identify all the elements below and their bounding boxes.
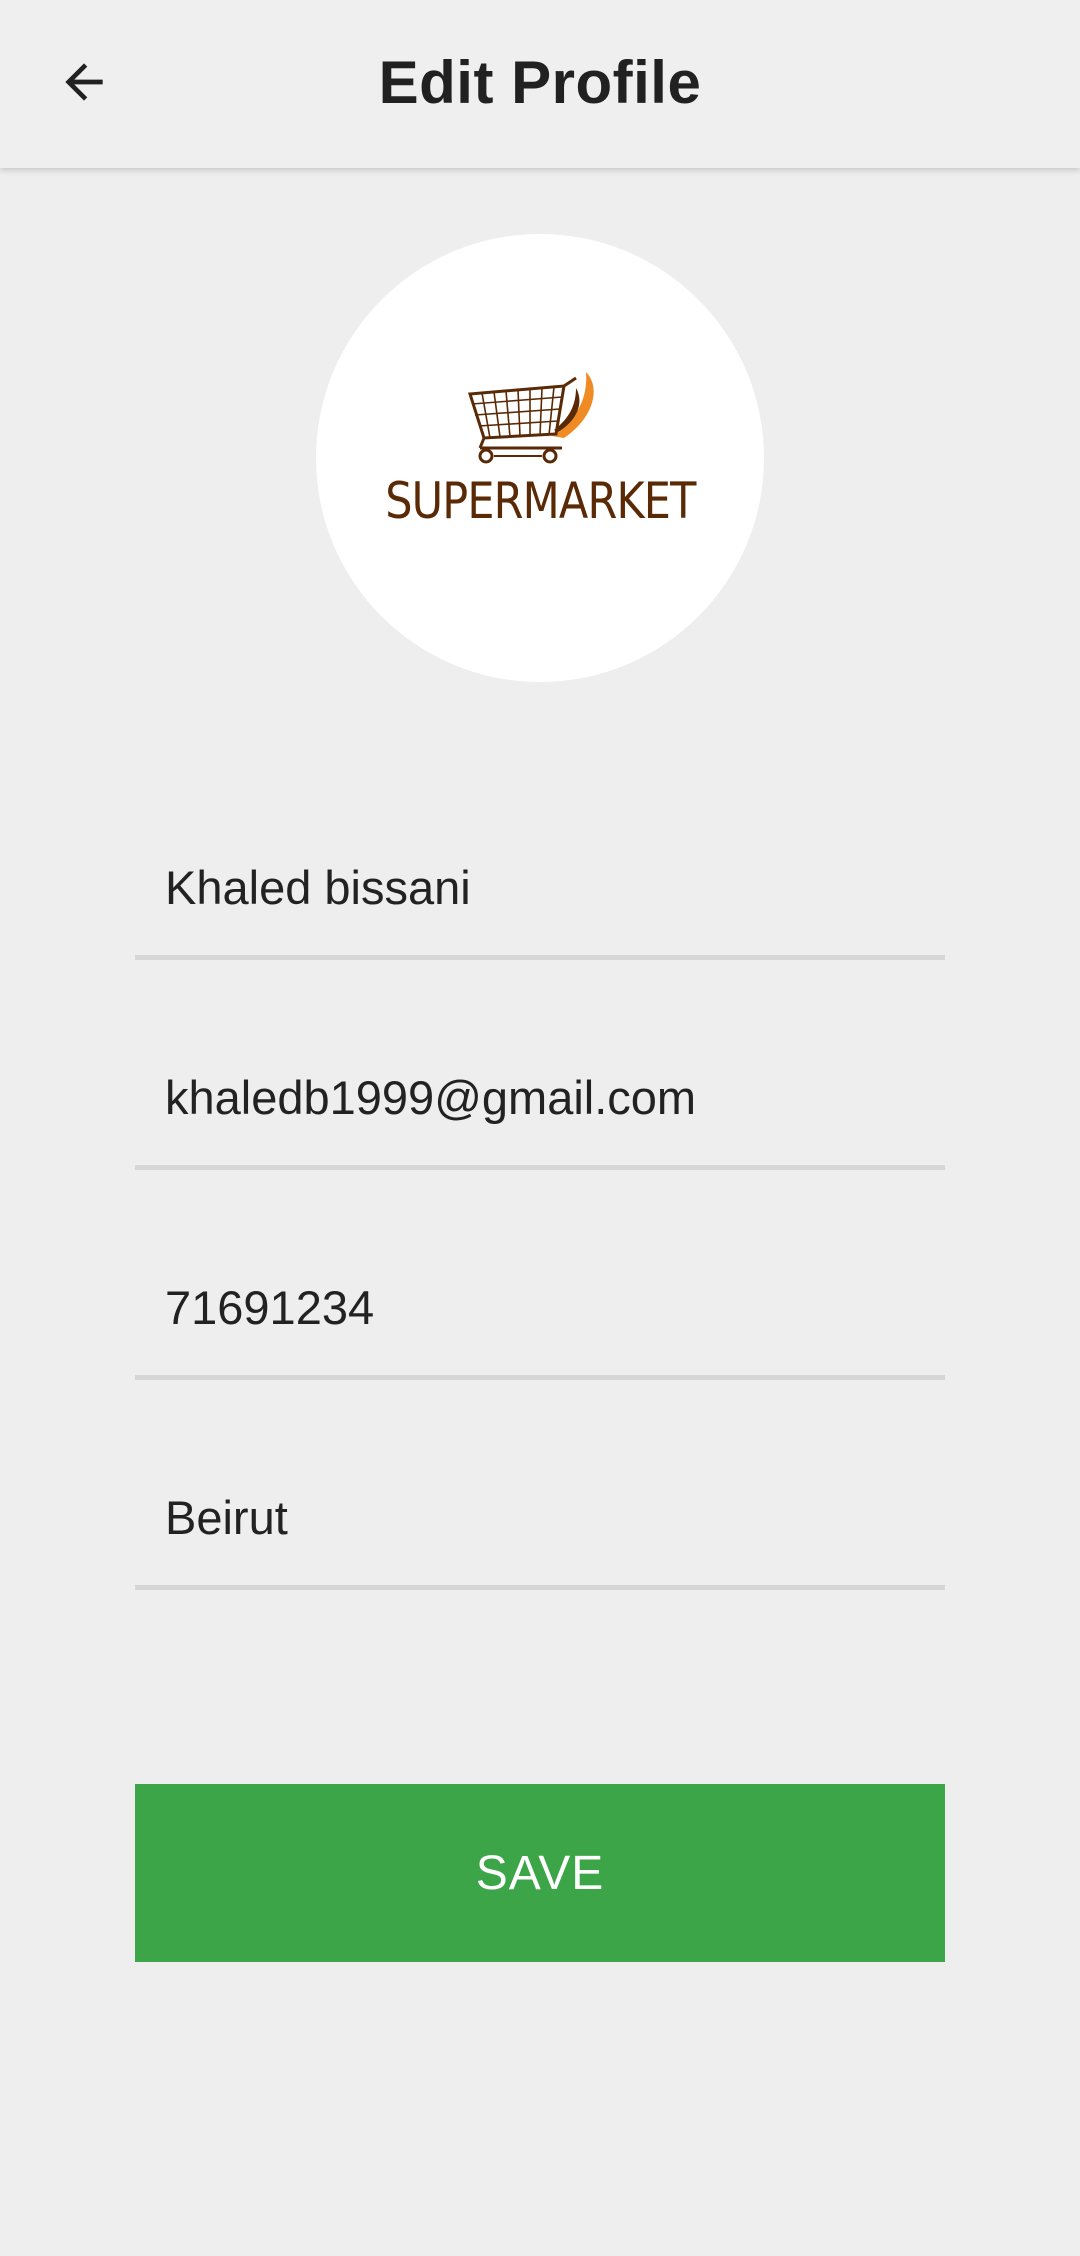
supermarket-logo: SUPERMARKET (360, 368, 720, 548)
city-field[interactable]: Beirut (135, 1480, 945, 1590)
edit-profile-screen: Edit Profile SUPERMARKET Khaled bissani … (0, 0, 1080, 2256)
profile-avatar[interactable]: SUPERMARKET (316, 234, 764, 682)
page-title: Edit Profile (378, 49, 702, 116)
email-value: khaledb1999@gmail.com (165, 1071, 697, 1124)
phone-field[interactable]: 71691234 (135, 1270, 945, 1380)
email-field[interactable]: khaledb1999@gmail.com (135, 1060, 945, 1170)
logo-wordmark: SUPERMARKET (385, 472, 696, 530)
name-field[interactable]: Khaled bissani (135, 850, 945, 960)
phone-value: 71691234 (165, 1281, 375, 1334)
name-value: Khaled bissani (165, 861, 471, 914)
save-button-label: SAVE (475, 1846, 605, 1900)
save-button[interactable]: SAVE (135, 1784, 945, 1962)
shopping-cart-icon (468, 372, 594, 464)
city-value: Beirut (165, 1491, 288, 1544)
app-bar: Edit Profile (0, 0, 1080, 168)
